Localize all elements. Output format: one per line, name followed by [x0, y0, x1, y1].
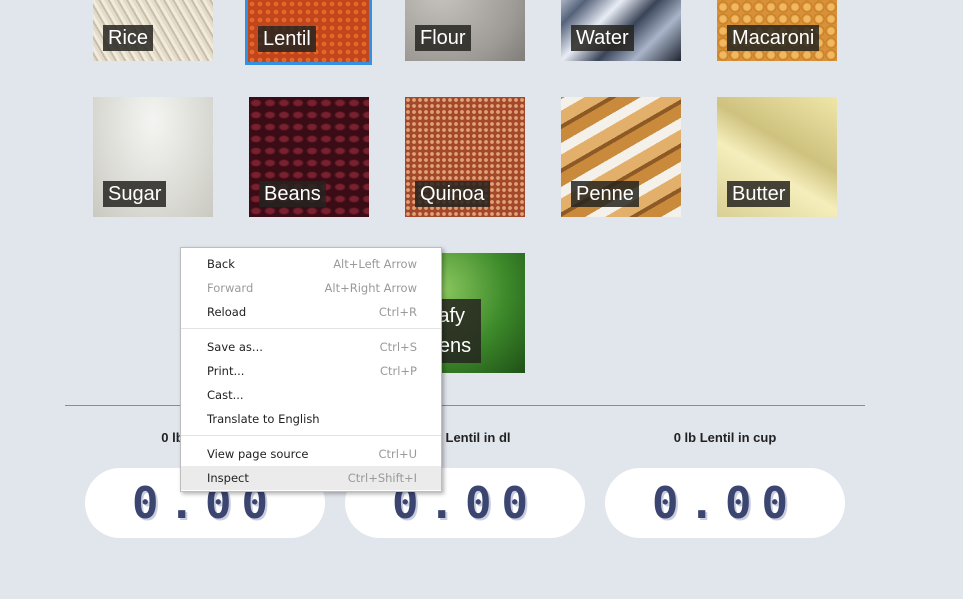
food-label: Penne [571, 181, 639, 207]
conversion-label-cup: 0 lb Lentil in cup [673, 430, 777, 445]
menu-separator [181, 435, 441, 436]
food-tile-flour[interactable]: Flour [405, 0, 525, 61]
menu-item-translate[interactable]: Translate to English [181, 407, 441, 431]
food-tile-penne[interactable]: Penne [561, 97, 681, 217]
food-tile-sugar[interactable]: Sugar [93, 97, 213, 217]
menu-item-print[interactable]: Print... Ctrl+P [181, 359, 441, 383]
food-label: Sugar [103, 181, 167, 207]
food-tile-water[interactable]: Water [561, 0, 681, 61]
food-tile-beans[interactable]: Beans [249, 97, 369, 217]
food-label: Butter [727, 181, 791, 207]
menu-item-inspect[interactable]: Inspect Ctrl+Shift+I [181, 466, 441, 490]
value-text: 0.00 [652, 477, 798, 529]
food-tile-quinoa[interactable]: Quinoa [405, 97, 525, 217]
food-label: Quinoa [415, 181, 490, 207]
menu-item-save-as[interactable]: Save as... Ctrl+S [181, 335, 441, 359]
menu-item-back[interactable]: Back Alt+Left Arrow [181, 252, 441, 276]
food-tile-macaroni[interactable]: Macaroni [717, 0, 837, 61]
food-label: Beans [259, 181, 326, 207]
food-label: Lentil [258, 26, 316, 52]
food-label: Rice [103, 25, 154, 51]
menu-item-cast[interactable]: Cast... [181, 383, 441, 407]
food-label: Flour [415, 25, 471, 51]
conversion-value-cup: 0.00 [605, 468, 845, 538]
menu-item-view-source[interactable]: View page source Ctrl+U [181, 442, 441, 466]
food-tile-rice[interactable]: Rice [93, 0, 213, 61]
food-label: Macaroni [727, 25, 820, 51]
menu-item-forward[interactable]: Forward Alt+Right Arrow [181, 276, 441, 300]
menu-item-reload[interactable]: Reload Ctrl+R [181, 300, 441, 324]
food-tile-butter[interactable]: Butter [717, 97, 837, 217]
food-tile-lentil[interactable]: Lentil [245, 0, 372, 65]
food-label: Water [571, 25, 634, 51]
context-menu: Back Alt+Left Arrow Forward Alt+Right Ar… [180, 247, 442, 492]
menu-separator [181, 328, 441, 329]
